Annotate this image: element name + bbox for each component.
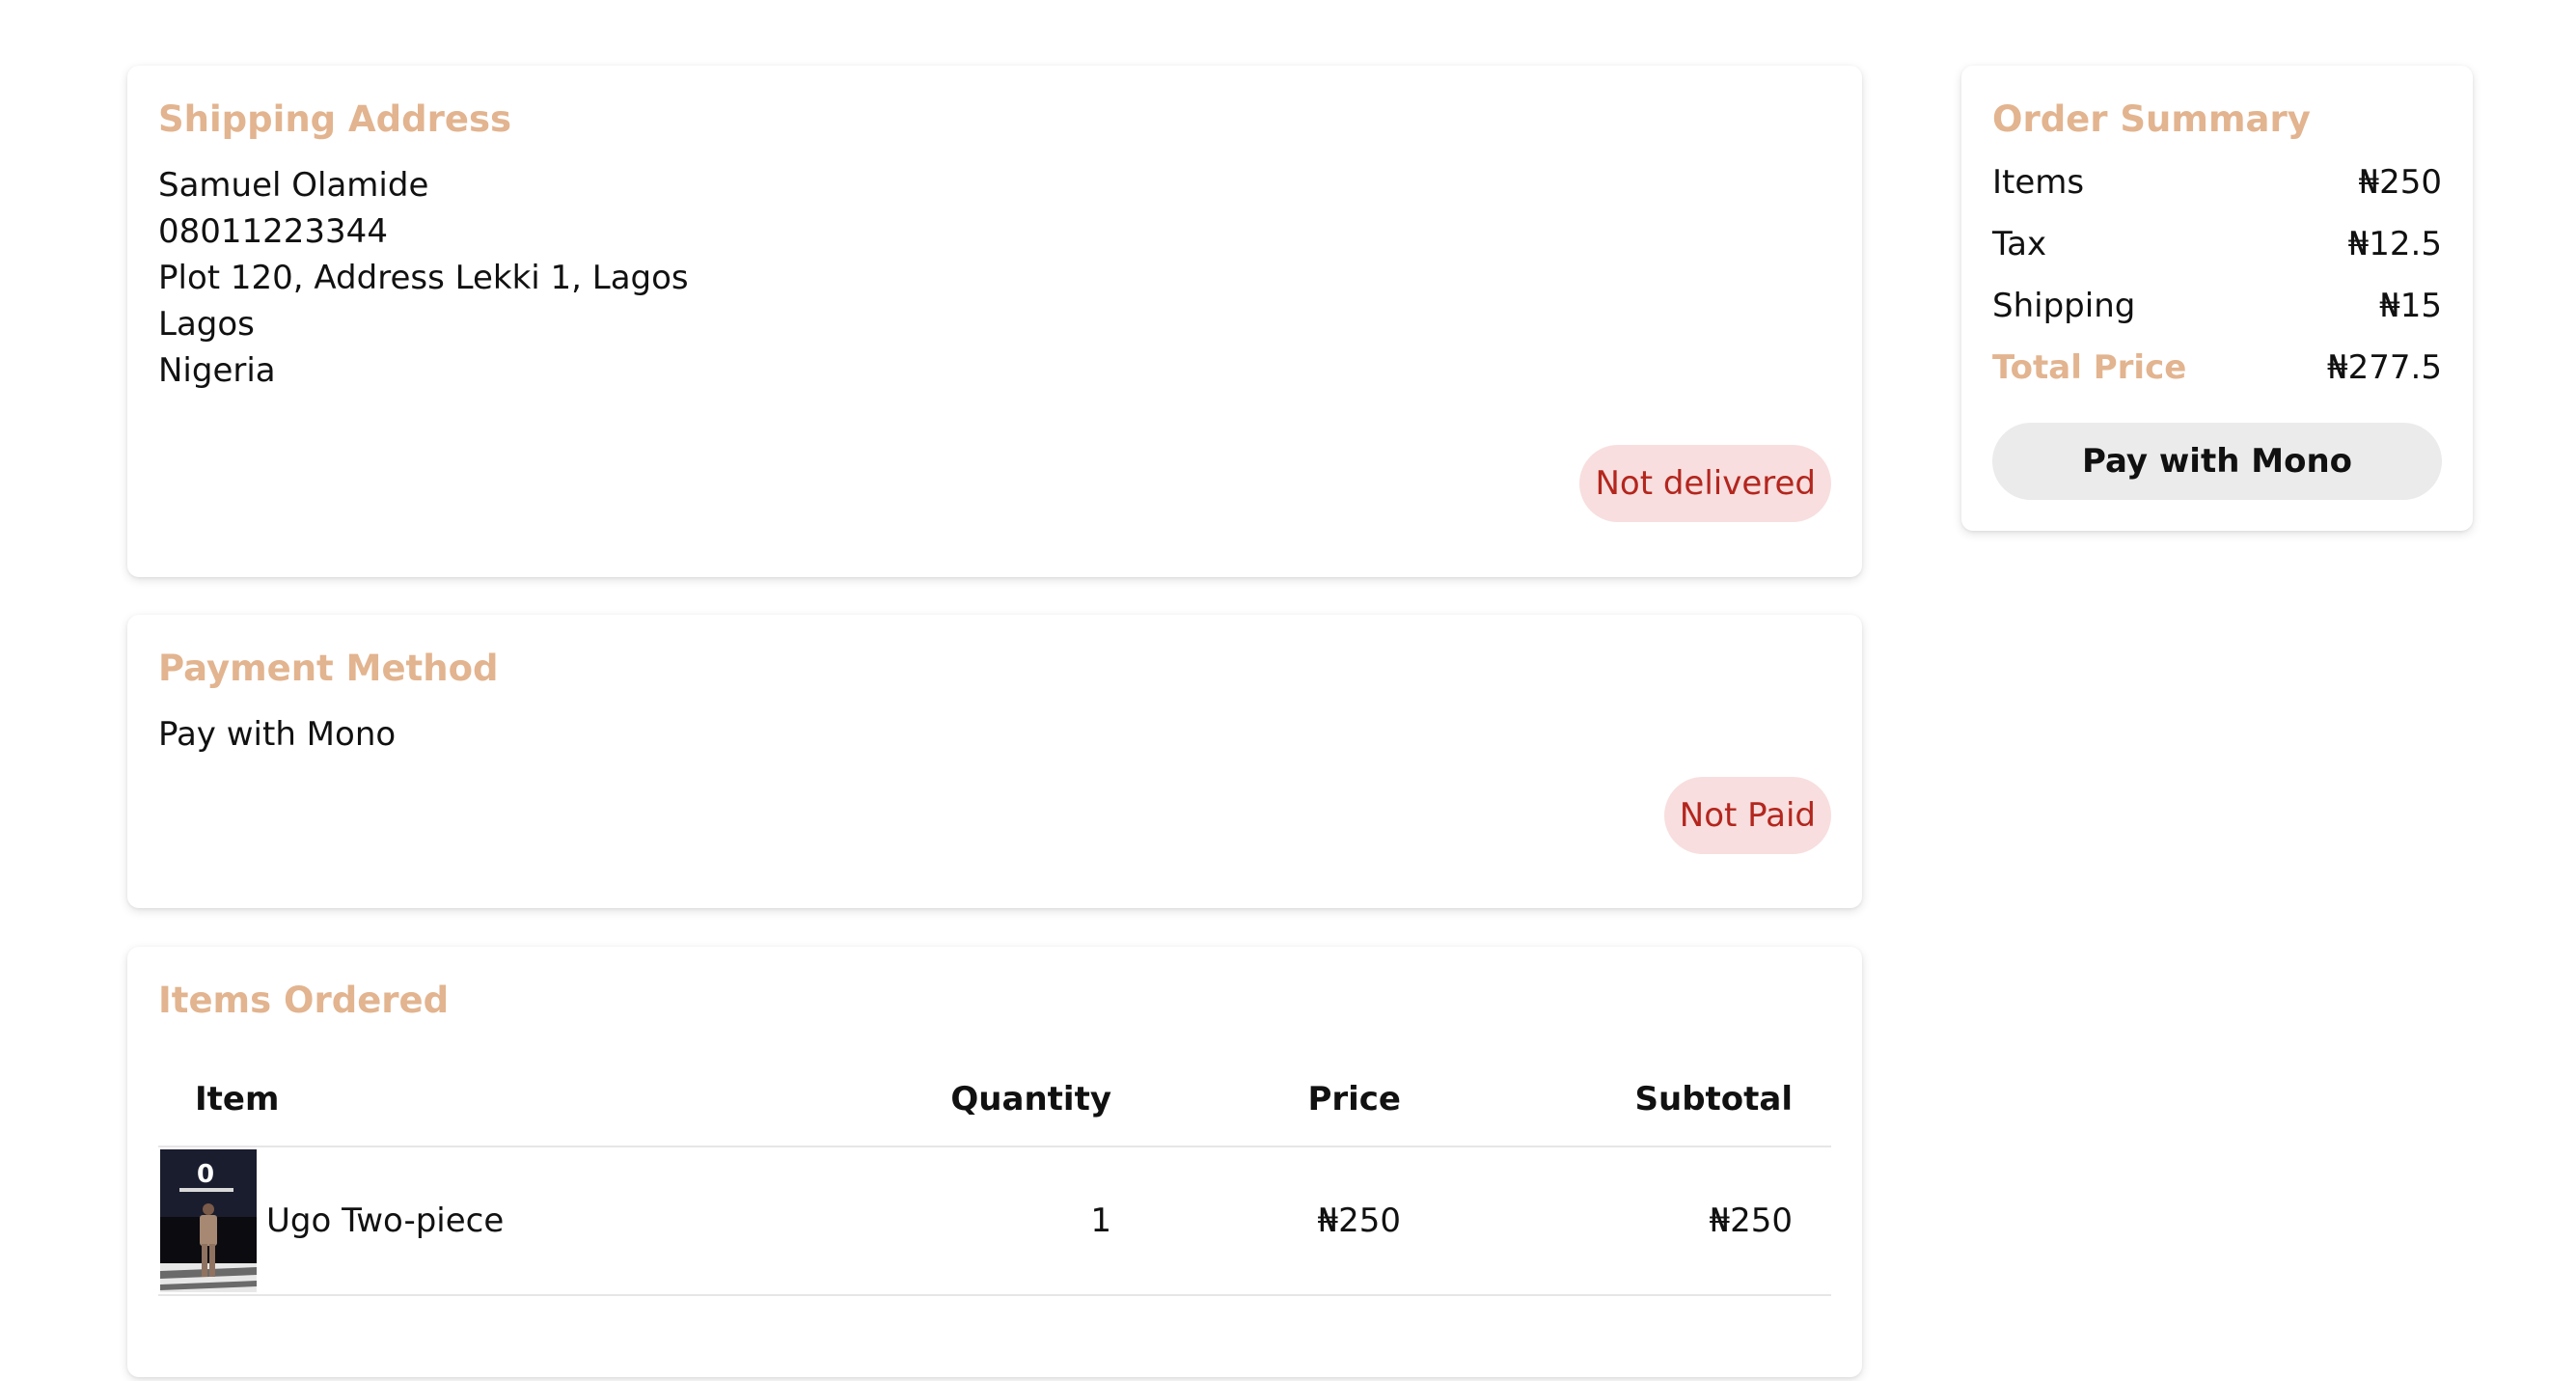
- summary-row-items: Items ₦250: [1992, 158, 2442, 207]
- summary-items-value: ₦250: [2358, 163, 2442, 202]
- product-thumbnail[interactable]: 0: [160, 1149, 257, 1292]
- item-quantity: 1: [1090, 1201, 1111, 1240]
- pay-with-mono-button[interactable]: Pay with Mono: [1992, 423, 2442, 500]
- summary-row-total: Total Price ₦277.5: [1992, 344, 2442, 392]
- payment-method-card: Payment Method Pay with Mono Not Paid: [127, 615, 1862, 908]
- column-header-quantity: Quantity: [950, 1080, 1111, 1119]
- item-subtotal: ₦250: [1709, 1201, 1793, 1240]
- payment-method-title: Payment Method: [158, 648, 499, 689]
- summary-row-shipping: Shipping ₦15: [1992, 282, 2442, 330]
- shipping-country: Nigeria: [158, 351, 276, 390]
- summary-shipping-label: Shipping: [1992, 287, 2136, 325]
- delivery-status-badge: Not delivered: [1579, 445, 1831, 522]
- item-price: ₦250: [1317, 1201, 1401, 1240]
- shipping-phone: 08011223344: [158, 212, 388, 251]
- shipping-address-title: Shipping Address: [158, 98, 512, 140]
- items-ordered-card: Items Ordered Item Quantity Price Subtot…: [127, 947, 1862, 1377]
- column-header-item: Item: [195, 1080, 280, 1119]
- shipping-name: Samuel Olamide: [158, 166, 429, 205]
- shipping-address-card: Shipping Address Samuel Olamide 08011223…: [127, 66, 1862, 577]
- order-summary-card: Order Summary Items ₦250 Tax ₦12.5 Shipp…: [1961, 66, 2473, 531]
- column-header-subtotal: Subtotal: [1634, 1080, 1794, 1119]
- shipping-city: Lagos: [158, 305, 255, 344]
- summary-items-label: Items: [1992, 163, 2085, 202]
- summary-total-value: ₦277.5: [2327, 348, 2442, 387]
- summary-tax-value: ₦12.5: [2347, 225, 2442, 263]
- payment-status-badge: Not Paid: [1663, 777, 1831, 854]
- column-header-price: Price: [1307, 1080, 1401, 1119]
- summary-tax-label: Tax: [1992, 225, 2047, 263]
- summary-total-label: Total Price: [1992, 348, 2187, 387]
- table-row: 0 Ugo Two-piece 1 ₦250 ₦250: [158, 1147, 1831, 1296]
- items-ordered-title: Items Ordered: [158, 980, 450, 1021]
- items-table-header: Item Quantity Price Subtotal: [158, 1053, 1831, 1147]
- shipping-address-line: Plot 120, Address Lekki 1, Lagos: [158, 259, 689, 297]
- item-name-link[interactable]: Ugo Two-piece: [266, 1147, 504, 1294]
- summary-shipping-value: ₦15: [2379, 287, 2442, 325]
- svg-text:0: 0: [197, 1160, 214, 1189]
- summary-row-tax: Tax ₦12.5: [1992, 220, 2442, 268]
- order-summary-title: Order Summary: [1992, 98, 2311, 140]
- payment-method-value: Pay with Mono: [158, 715, 397, 754]
